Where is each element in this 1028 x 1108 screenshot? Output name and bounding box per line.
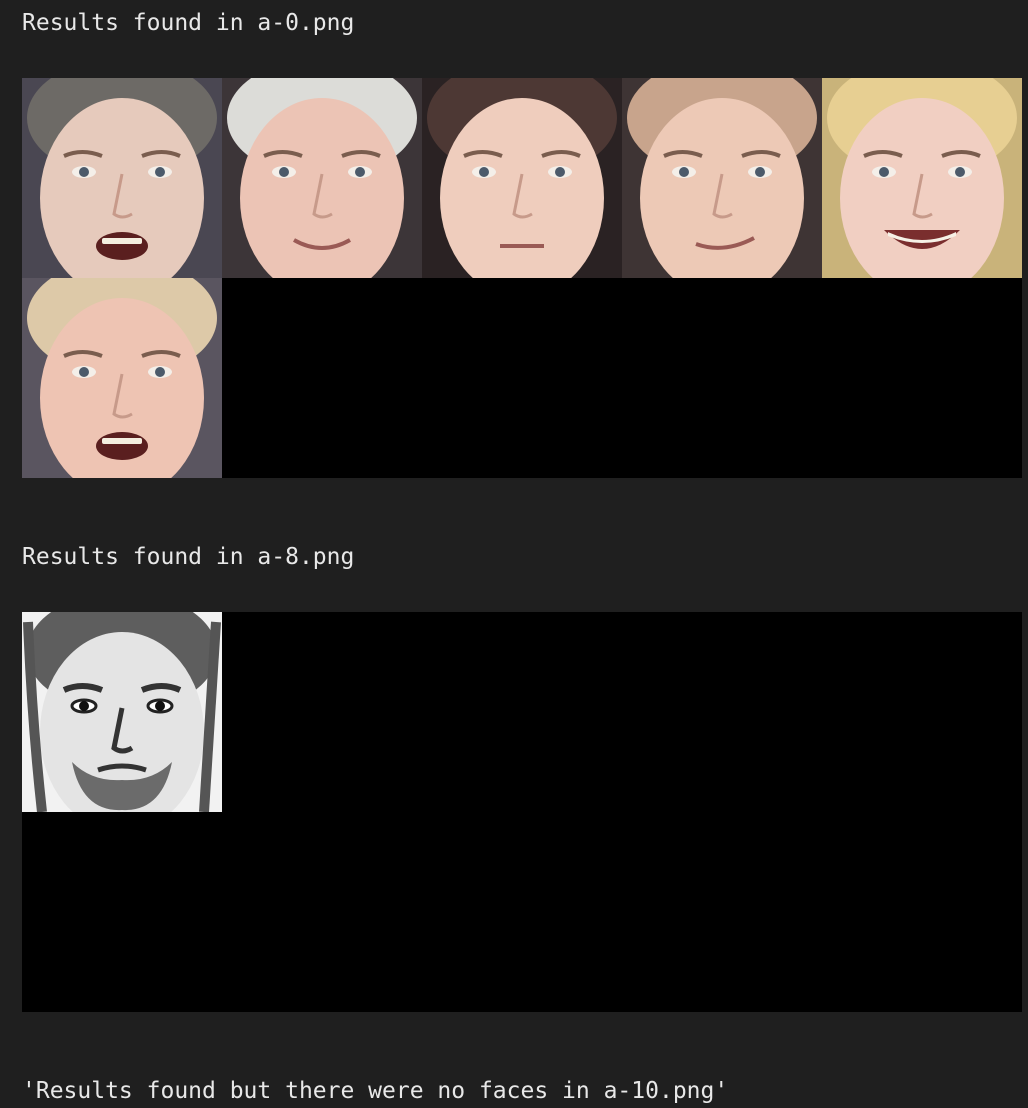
face-thumbnail-icon: [22, 278, 222, 478]
output-no-faces-message: 'Results found but there were no faces i…: [22, 1078, 729, 1104]
notebook-output: Results found in a-0.png Results found i…: [0, 0, 1028, 1108]
face-thumbnail-icon: [22, 78, 222, 278]
output-heading-a0: Results found in a-0.png: [22, 10, 355, 36]
face-thumbnail-icon: [422, 78, 622, 278]
faces-grid-a0: [22, 78, 1022, 478]
faces-grid-a8: [22, 612, 1022, 1012]
sketch-face-thumbnail-icon: [22, 612, 222, 812]
face-thumbnail-icon: [622, 78, 822, 278]
output-heading-a8: Results found in a-8.png: [22, 544, 355, 570]
face-thumbnail-icon: [822, 78, 1022, 278]
face-thumbnail-icon: [222, 78, 422, 278]
